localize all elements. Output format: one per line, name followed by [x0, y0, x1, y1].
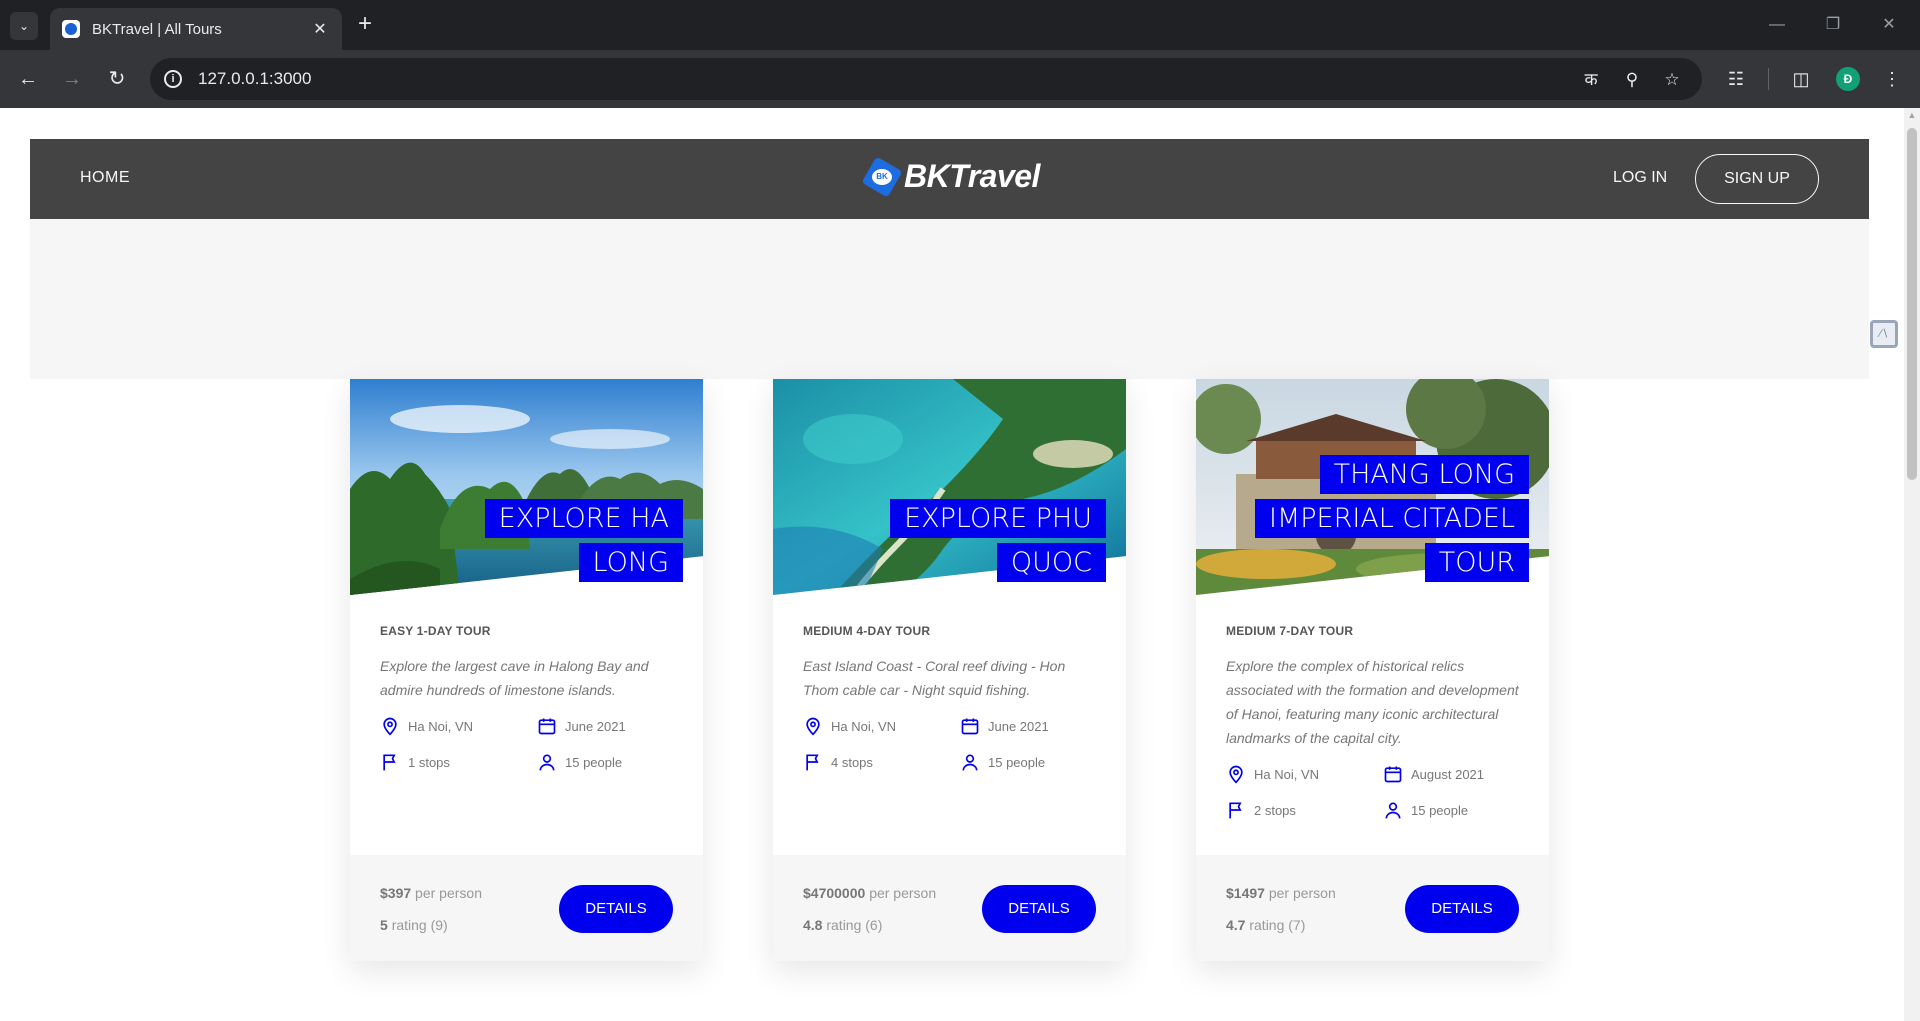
tour-date: June 2021 [537, 716, 677, 736]
tour-card-footer: $1497 per person 4.7 rating (7) DETAILS [1196, 855, 1549, 961]
tour-subheading: MEDIUM 4-DAY TOUR [803, 624, 931, 638]
tour-group-size: 15 people [960, 752, 1100, 772]
tour-data-grid: Ha Noi, VN August 2021 2 stops 15 people [1226, 764, 1526, 820]
login-link[interactable]: LOG IN [1613, 169, 1667, 187]
tour-rating: 4.7 rating (7) [1226, 917, 1306, 933]
map-pin-icon [1229, 765, 1243, 784]
calendar-icon [1384, 766, 1402, 783]
tour-location: Ha Noi, VN [1226, 764, 1383, 784]
tour-title-box: EXPLORE HA LONG [443, 497, 683, 585]
url-text[interactable]: 127.0.0.1:3000 [198, 69, 311, 89]
tour-details: EASY 1-DAY TOUR Explore the largest cave… [380, 624, 680, 772]
tour-price: $397 per person [380, 885, 482, 901]
tour-summary: Explore the complex of historical relics… [1226, 658, 1519, 746]
browser-tab-bar: ⌄ BKTravel | All Tours ✕ + — ❐ ✕ [0, 0, 1920, 50]
tour-rating: 5 rating (9) [380, 917, 448, 933]
tour-details: MEDIUM 7-DAY TOUR Explore the complex of… [1226, 624, 1526, 820]
flag-icon [806, 754, 819, 771]
user-icon [962, 754, 978, 771]
tour-summary: Explore the largest cave in Halong Bay a… [380, 658, 649, 698]
tour-subheading: EASY 1-DAY TOUR [380, 624, 491, 638]
site-info-icon[interactable]: i [164, 70, 182, 88]
tour-card: EXPLORE PHU QUOC MEDIUM 4-DAY TOUR East … [773, 379, 1126, 961]
map-pin-icon [806, 717, 820, 736]
tour-location: Ha Noi, VN [803, 716, 960, 736]
user-icon [1385, 802, 1401, 819]
tour-details: MEDIUM 4-DAY TOUR East Island Coast - Co… [803, 624, 1103, 772]
address-bar[interactable]: i 127.0.0.1:3000 क ⚲ ☆ [150, 58, 1702, 100]
extension-widget-icon[interactable]: ∕∖ [1870, 320, 1898, 348]
browser-toolbar: ← → ↻ i 127.0.0.1:3000 क ⚲ ☆ ☷ ◫ ⋮ [0, 50, 1920, 108]
tour-card-footer: $4700000 per person 4.8 rating (6) DETAI… [773, 855, 1126, 961]
browser-tab[interactable]: BKTravel | All Tours ✕ [50, 8, 342, 50]
tab-title: BKTravel | All Tours [92, 20, 222, 38]
brand-name: BKTravel [904, 158, 1040, 194]
tour-date: August 2021 [1383, 764, 1523, 784]
forward-arrow-icon[interactable]: → [58, 65, 86, 93]
tour-data-grid: Ha Noi, VN June 2021 1 stops 15 people [380, 716, 680, 772]
flag-icon [1229, 802, 1242, 819]
browser-menu-icon[interactable]: ⋮ [1880, 67, 1904, 91]
map-pin-icon [383, 717, 397, 736]
tour-summary: East Island Coast - Coral reef diving - … [803, 658, 1066, 698]
tour-stops: 2 stops [1226, 800, 1383, 820]
profile-avatar[interactable]: Đ [1836, 67, 1860, 91]
tour-title: EXPLORE HA LONG [484, 499, 683, 582]
scroll-up-arrow-icon[interactable]: ▲ [1904, 110, 1920, 124]
bookmark-star-icon[interactable]: ☆ [1661, 69, 1683, 91]
calendar-icon [538, 718, 556, 735]
tab-search-chevron-icon[interactable]: ⌄ [10, 12, 38, 40]
calendar-icon [961, 718, 979, 735]
nav-home-link[interactable]: HOME [80, 169, 130, 187]
tour-rating: 4.8 rating (6) [803, 917, 883, 933]
flag-icon [383, 754, 396, 771]
logo-cube-icon: BK [861, 156, 903, 197]
side-panel-icon[interactable]: ◫ [1789, 67, 1813, 91]
translate-icon[interactable]: क [1580, 69, 1602, 91]
tour-card: EXPLORE HA LONG EASY 1-DAY TOUR Explore … [350, 379, 703, 961]
site-header: HOME BK BKTravel LOG IN SIGN UP [30, 139, 1869, 219]
page-viewport: HOME BK BKTravel LOG IN SIGN UP EXPLORE … [0, 108, 1904, 1021]
extensions-puzzle-icon[interactable]: ☷ [1724, 67, 1748, 91]
tour-stops: 1 stops [380, 752, 537, 772]
user-icon [539, 754, 555, 771]
tour-title: EXPLORE PHU QUOC [890, 499, 1106, 582]
scrollbar-thumb[interactable] [1907, 128, 1917, 480]
details-button[interactable]: DETAILS [559, 885, 673, 933]
tour-price: $1497 per person [1226, 885, 1336, 901]
tour-group-size: 15 people [1383, 800, 1523, 820]
tour-stops: 4 stops [803, 752, 960, 772]
page-scrollbar[interactable]: ▲ [1904, 108, 1920, 1021]
close-window-icon[interactable]: ✕ [1874, 12, 1904, 38]
hero-band [30, 219, 1869, 379]
tour-title-box: EXPLORE PHU QUOC [866, 497, 1106, 585]
tour-location: Ha Noi, VN [380, 716, 537, 736]
close-tab-icon[interactable]: ✕ [310, 19, 330, 39]
zoom-icon[interactable]: ⚲ [1621, 69, 1643, 91]
restore-window-icon[interactable]: ❐ [1818, 12, 1848, 38]
details-button[interactable]: DETAILS [982, 885, 1096, 933]
details-button[interactable]: DETAILS [1405, 885, 1519, 933]
tour-card-footer: $397 per person 5 rating (9) DETAILS [350, 855, 703, 961]
tour-date: June 2021 [960, 716, 1100, 736]
minimize-window-icon[interactable]: — [1762, 12, 1792, 38]
tour-data-grid: Ha Noi, VN June 2021 4 stops 15 people [803, 716, 1103, 772]
back-arrow-icon[interactable]: ← [14, 65, 42, 93]
tour-title-box: THANG LONG IMPERIAL CITADEL TOUR [1229, 453, 1529, 585]
tour-card: THANG LONG IMPERIAL CITADEL TOUR MEDIUM … [1196, 379, 1549, 961]
signup-button[interactable]: SIGN UP [1695, 154, 1819, 204]
tour-price: $4700000 per person [803, 885, 937, 901]
tour-group-size: 15 people [537, 752, 677, 772]
brand-logo[interactable]: BK BKTravel [861, 156, 1040, 197]
new-tab-plus-icon[interactable]: + [352, 12, 378, 38]
reload-icon[interactable]: ↻ [103, 65, 131, 93]
site-favicon-icon [62, 20, 80, 38]
tour-subheading: MEDIUM 7-DAY TOUR [1226, 624, 1354, 638]
toolbar-separator [1768, 68, 1769, 90]
tour-title: THANG LONG IMPERIAL CITADEL TOUR [1255, 455, 1529, 582]
